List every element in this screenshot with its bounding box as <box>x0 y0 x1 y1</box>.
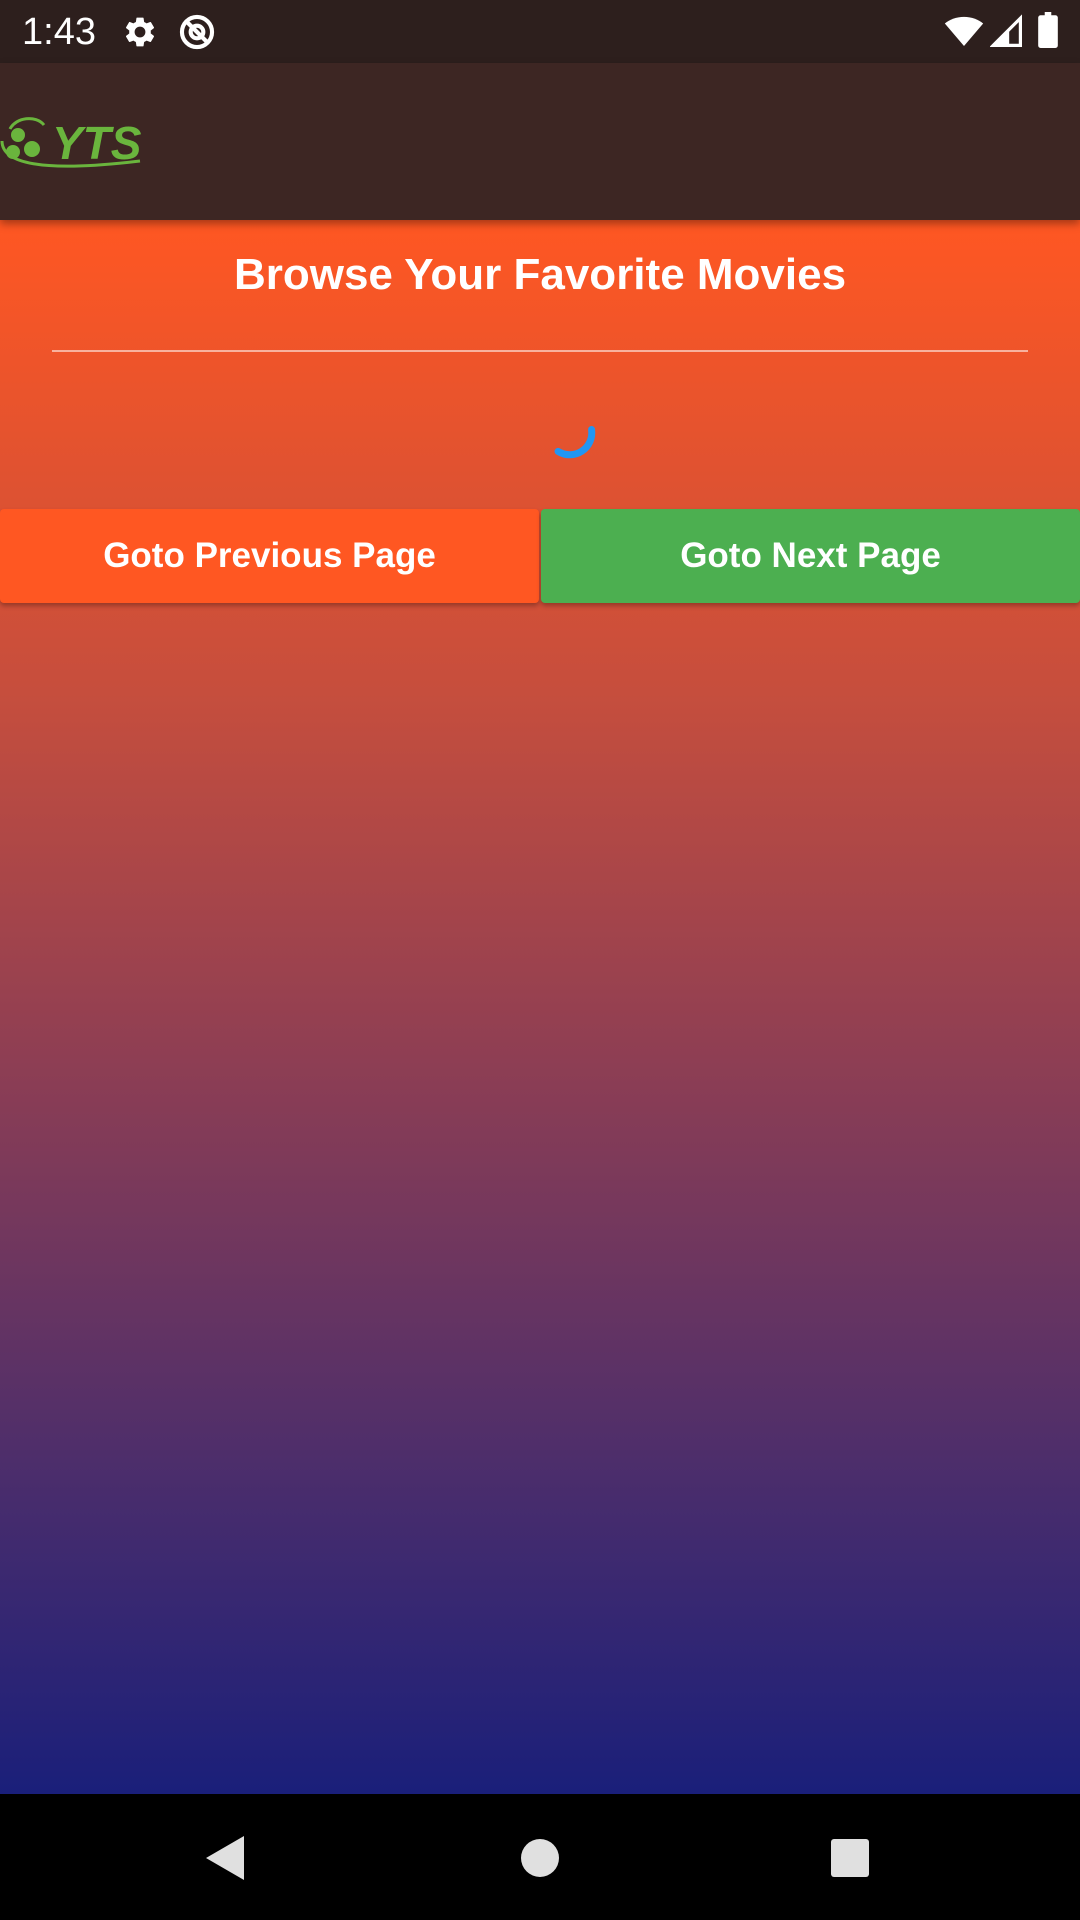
home-icon[interactable] <box>510 1828 570 1888</box>
back-icon[interactable] <box>196 1828 256 1888</box>
signal-icon <box>990 14 1022 47</box>
status-time: 1:43 <box>22 11 96 53</box>
settings-icon <box>125 17 155 47</box>
logo-text: YTS <box>52 117 142 169</box>
app-bar: YTS <box>0 63 1080 220</box>
status-bar: 1:43 <box>0 0 1080 63</box>
main-content: Browse Your Favorite Movies Goto Previou… <box>0 220 1080 1794</box>
previous-page-button[interactable]: Goto Previous Page <box>0 509 539 603</box>
title-divider <box>52 350 1028 352</box>
wifi-icon <box>944 16 984 46</box>
page-title: Browse Your Favorite Movies <box>233 250 847 299</box>
battery-icon <box>1038 12 1058 48</box>
loading-spinner-icon <box>554 426 596 459</box>
system-nav-bar <box>0 1794 1080 1920</box>
next-page-button[interactable]: Goto Next Page <box>541 509 1080 603</box>
yts-logo[interactable]: YTS <box>0 111 160 181</box>
recents-icon[interactable] <box>820 1828 880 1888</box>
at-sign-icon <box>179 14 215 50</box>
